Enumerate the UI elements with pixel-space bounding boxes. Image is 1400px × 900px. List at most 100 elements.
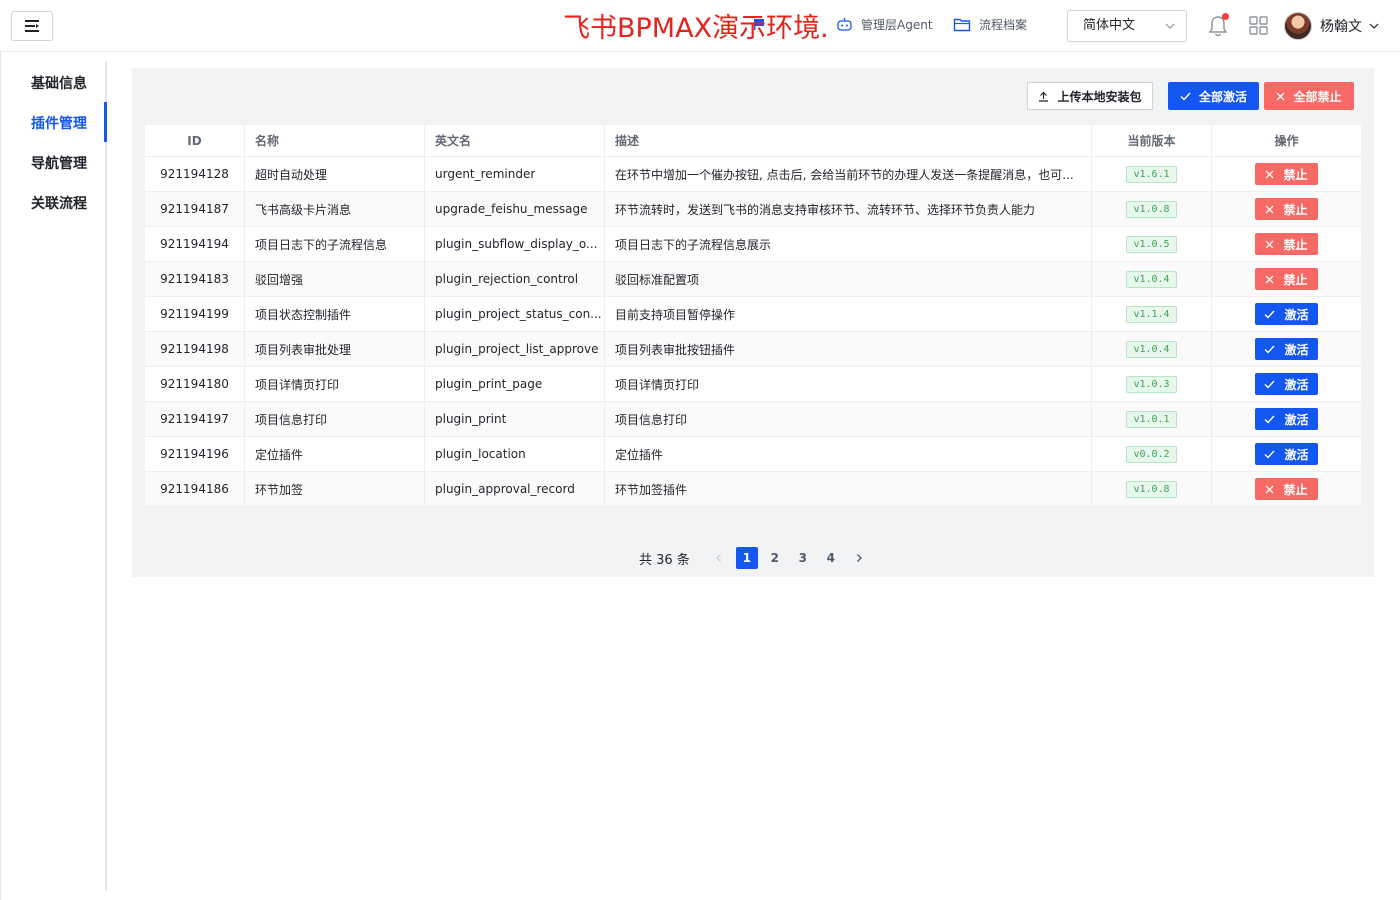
action-label: 禁止 xyxy=(1283,482,1308,497)
language-value: 简体中文 xyxy=(1083,18,1136,33)
cell-version: v1.0.4 xyxy=(1092,332,1212,366)
activate-plugin-button[interactable]: 激活 xyxy=(1255,373,1318,395)
activate-all-label: 全部激活 xyxy=(1198,89,1247,104)
menu-toggle-button[interactable] xyxy=(11,11,53,41)
cell-id: 921194183 xyxy=(145,262,245,296)
action-label: 禁止 xyxy=(1283,202,1308,217)
action-label: 激活 xyxy=(1284,307,1309,322)
action-label: 激活 xyxy=(1284,342,1309,357)
menu-icon xyxy=(25,20,39,32)
disable-plugin-button[interactable]: 禁止 xyxy=(1255,478,1318,500)
pagination-prev-button[interactable] xyxy=(708,547,730,569)
cell-id: 921194196 xyxy=(145,437,245,471)
table-row: 921194197 项目信息打印 plugin_print 项目信息打印 v1.0.1 激… xyxy=(145,402,1361,437)
cell-version: v1.0.3 xyxy=(1092,367,1212,401)
pagination-next-button[interactable] xyxy=(848,547,870,569)
sidebar-item-navigation-management[interactable]: 导航管理 xyxy=(31,153,87,173)
cell-id: 921194180 xyxy=(145,367,245,401)
cell-name: 项目详情页打印 xyxy=(245,367,425,401)
pagination-page-3[interactable]: 3 xyxy=(792,547,814,569)
version-tag: v1.6.1 xyxy=(1126,165,1177,183)
cell-description: 在环节中增加一个催办按钮, 点击后, 会给当前环节的办理人发送一条提醒消息，也可… xyxy=(605,157,1092,191)
check-icon xyxy=(1264,450,1275,459)
cell-version: v1.0.1 xyxy=(1092,402,1212,436)
language-select[interactable]: 简体中文 xyxy=(1067,10,1187,42)
activate-all-button[interactable]: 全部激活 xyxy=(1168,82,1259,110)
pagination-page-1[interactable]: 1 xyxy=(735,547,758,569)
cell-english-name: plugin_approval_record xyxy=(425,472,605,506)
plugin-table: ID 名称 英文名 描述 当前版本 操作 921194128 超时自动处理 urge… xyxy=(145,125,1361,507)
check-icon xyxy=(1264,415,1275,424)
cell-description: 环节加签插件 xyxy=(605,472,1092,506)
cell-english-name: plugin_project_status_con... xyxy=(425,297,605,331)
activate-plugin-button[interactable]: 激活 xyxy=(1255,443,1318,465)
action-label: 禁止 xyxy=(1283,237,1308,252)
cell-name: 项目列表审批处理 xyxy=(245,332,425,366)
disable-plugin-button[interactable]: 禁止 xyxy=(1255,163,1318,185)
nav-link-agent[interactable]: 管理层Agent xyxy=(836,16,933,33)
app-grid-icon[interactable] xyxy=(1249,16,1268,35)
cell-actions: 激活 xyxy=(1212,402,1361,436)
cell-description: 环节流转时，发送到飞书的消息支持审核环节、流转环节、选择环节负责人能力 xyxy=(605,192,1092,226)
folder-icon xyxy=(953,18,971,32)
table-row: 921194186 环节加签 plugin_approval_record 环节加签插… xyxy=(145,472,1361,507)
cell-english-name: upgrade_feishu_message xyxy=(425,192,605,226)
cell-name: 驳回增强 xyxy=(245,262,425,296)
user-name[interactable]: 杨翰文 xyxy=(1320,16,1362,36)
pagination-page-4[interactable]: 4 xyxy=(820,547,842,569)
top-header: 飞书BPMAX演示环境. 管理层Agent 流程档案 简体中文 杨翰文 xyxy=(0,0,1400,52)
version-tag: v1.1.4 xyxy=(1126,305,1177,323)
chevron-down-icon xyxy=(1165,23,1175,29)
pagination-page-2[interactable]: 2 xyxy=(764,547,786,569)
activate-plugin-button[interactable]: 激活 xyxy=(1255,338,1318,360)
cell-english-name: plugin_subflow_display_o... xyxy=(425,227,605,261)
cell-version: v0.0.2 xyxy=(1092,437,1212,471)
bot-icon xyxy=(837,18,852,31)
table-header-row: ID 名称 英文名 描述 当前版本 操作 xyxy=(145,125,1361,157)
nav-link-archive[interactable]: 流程档案 xyxy=(953,16,1027,33)
chevron-down-icon[interactable] xyxy=(1368,20,1380,32)
cell-version: v1.0.8 xyxy=(1092,192,1212,226)
cell-name: 超时自动处理 xyxy=(245,157,425,191)
disable-plugin-button[interactable]: 禁止 xyxy=(1255,233,1318,255)
cell-description: 目前支持项目暂停操作 xyxy=(605,297,1092,331)
table-row: 921194180 项目详情页打印 plugin_print_page 项目详情页打印… xyxy=(145,367,1361,402)
sidebar-item-related-flows[interactable]: 关联流程 xyxy=(31,193,87,213)
column-header-description: 描述 xyxy=(605,125,1092,156)
cell-actions: 激活 xyxy=(1212,332,1361,366)
cell-english-name: plugin_project_list_approve xyxy=(425,332,605,366)
cell-actions: 禁止 xyxy=(1212,192,1361,226)
version-tag: v1.0.4 xyxy=(1126,270,1177,288)
cell-id: 921194186 xyxy=(145,472,245,506)
cell-name: 项目信息打印 xyxy=(245,402,425,436)
disable-plugin-button[interactable]: 禁止 xyxy=(1255,268,1318,290)
disable-all-button[interactable]: 全部禁止 xyxy=(1264,82,1354,110)
sidebar-item-basic-info[interactable]: 基础信息 xyxy=(31,73,87,93)
cell-description: 项目日志下的子流程信息展示 xyxy=(605,227,1092,261)
disable-plugin-button[interactable]: 禁止 xyxy=(1255,198,1318,220)
environment-title: 飞书BPMAX演示环境. xyxy=(563,13,829,44)
sidebar-item-plugin-management[interactable]: 插件管理 xyxy=(31,113,87,133)
chevron-left-icon xyxy=(715,554,721,562)
check-icon xyxy=(1264,310,1275,319)
activate-plugin-button[interactable]: 激活 xyxy=(1255,408,1318,430)
disable-all-label: 全部禁止 xyxy=(1293,89,1342,104)
action-label: 禁止 xyxy=(1283,272,1308,287)
cell-name: 定位插件 xyxy=(245,437,425,471)
table-row: 921194183 驳回增强 plugin_rejection_control 驳回标… xyxy=(145,262,1361,297)
sidebar xyxy=(0,52,107,900)
activate-plugin-button[interactable]: 激活 xyxy=(1255,303,1318,325)
nav-link-label: 管理层Agent xyxy=(861,18,933,32)
table-row: 921194199 项目状态控制插件 plugin_project_status_c… xyxy=(145,297,1361,332)
cell-name: 飞书高级卡片消息 xyxy=(245,192,425,226)
upload-package-label: 上传本地安装包 xyxy=(1057,89,1142,104)
cell-english-name: urgent_reminder xyxy=(425,157,605,191)
cell-id: 921194199 xyxy=(145,297,245,331)
upload-package-button[interactable]: 上传本地安装包 xyxy=(1027,82,1153,110)
avatar[interactable] xyxy=(1284,12,1312,40)
cell-actions: 激活 xyxy=(1212,437,1361,471)
version-tag: v1.0.8 xyxy=(1126,200,1177,218)
cell-version: v1.0.4 xyxy=(1092,262,1212,296)
pagination: 共 36 条 1 2 3 4 xyxy=(639,547,876,569)
cell-english-name: plugin_location xyxy=(425,437,605,471)
